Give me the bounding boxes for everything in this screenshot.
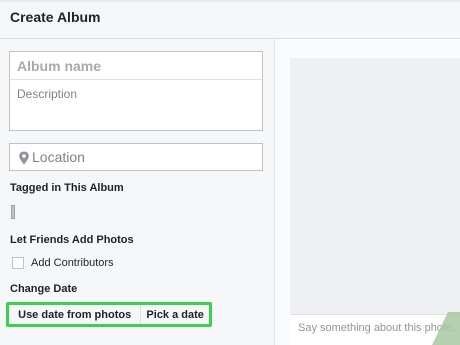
panel-divider: [274, 39, 275, 345]
corner-decoration: [432, 312, 460, 345]
date-option-group: Use date from photos Pick a date: [6, 302, 212, 327]
tagged-label: Tagged in This Album: [10, 182, 124, 194]
description-textarea[interactable]: [10, 81, 262, 130]
album-name-input[interactable]: [10, 52, 262, 80]
add-contributors-label[interactable]: Add Contributors: [31, 257, 114, 269]
location-field[interactable]: [9, 143, 263, 171]
tagged-add-handle[interactable]: [11, 205, 15, 219]
change-date-label: Change Date: [10, 283, 78, 295]
album-info-box: [9, 51, 263, 131]
pick-a-date-button[interactable]: Pick a date: [141, 305, 209, 324]
photo-preview[interactable]: [290, 58, 460, 314]
friends-add-label: Let Friends Add Photos: [10, 234, 134, 246]
dialog-header: Create Album: [0, 0, 460, 39]
header-top-line: [0, 0, 460, 2]
location-input[interactable]: [32, 144, 260, 170]
dialog-title: Create Album: [10, 9, 101, 25]
add-contributors-checkbox[interactable]: [12, 257, 24, 269]
use-date-from-photos-button[interactable]: Use date from photos: [9, 305, 142, 324]
map-pin-icon: [18, 151, 30, 165]
